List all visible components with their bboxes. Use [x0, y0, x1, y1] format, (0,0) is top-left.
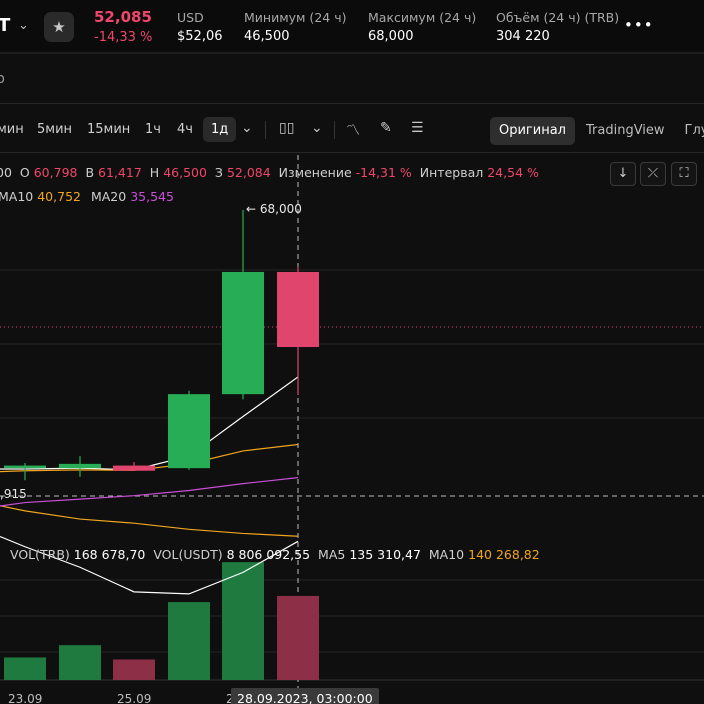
candle-body: [222, 271, 264, 395]
date-label: 25.09: [117, 692, 151, 704]
vol-usdt-label: VOL(USDT): [153, 547, 223, 562]
price-chart[interactable]: ← 68,000 ,915 23.09 25.09 2: [0, 0, 704, 704]
crosshair-time-label: 28.09.2023, 03:00:00: [231, 688, 379, 704]
volume-bar: [4, 657, 46, 680]
candles: [4, 210, 319, 481]
candle-body: [59, 463, 101, 469]
volume-bar: [168, 602, 210, 680]
high-marker-label: ← 68,000: [246, 202, 302, 216]
volume-bar: [113, 659, 155, 680]
candle-body: [113, 465, 155, 471]
vol-ma5-value: 135 310,47: [349, 547, 421, 562]
candle-body: [277, 271, 319, 347]
volume-bar: [59, 645, 101, 680]
ma20-line: [0, 477, 299, 507]
vol-trb-value: 168 678,70: [73, 547, 146, 562]
price-axis-label: ,915: [0, 487, 27, 501]
candle-body: [168, 394, 210, 469]
volume-legend: VOL(TRB) 168 678,70 VOL(USDT) 8 806 092,…: [10, 547, 540, 562]
gridlines: [0, 269, 704, 681]
vol-ma10-value: 140 268,82: [468, 547, 540, 562]
vol-usdt-value: 8 806 092,55: [226, 547, 311, 562]
vol-trb-label: VOL(TRB): [10, 547, 70, 562]
volume-ma10-line: [0, 505, 299, 537]
ma-lines: [0, 376, 299, 507]
candle-body: [4, 465, 46, 469]
vol-ma5-label: MA5: [318, 547, 346, 562]
volume-bar: [277, 595, 319, 680]
volume-bar: [222, 562, 264, 680]
date-label: 23.09: [8, 692, 42, 704]
vol-ma10-label: MA10: [428, 547, 465, 562]
